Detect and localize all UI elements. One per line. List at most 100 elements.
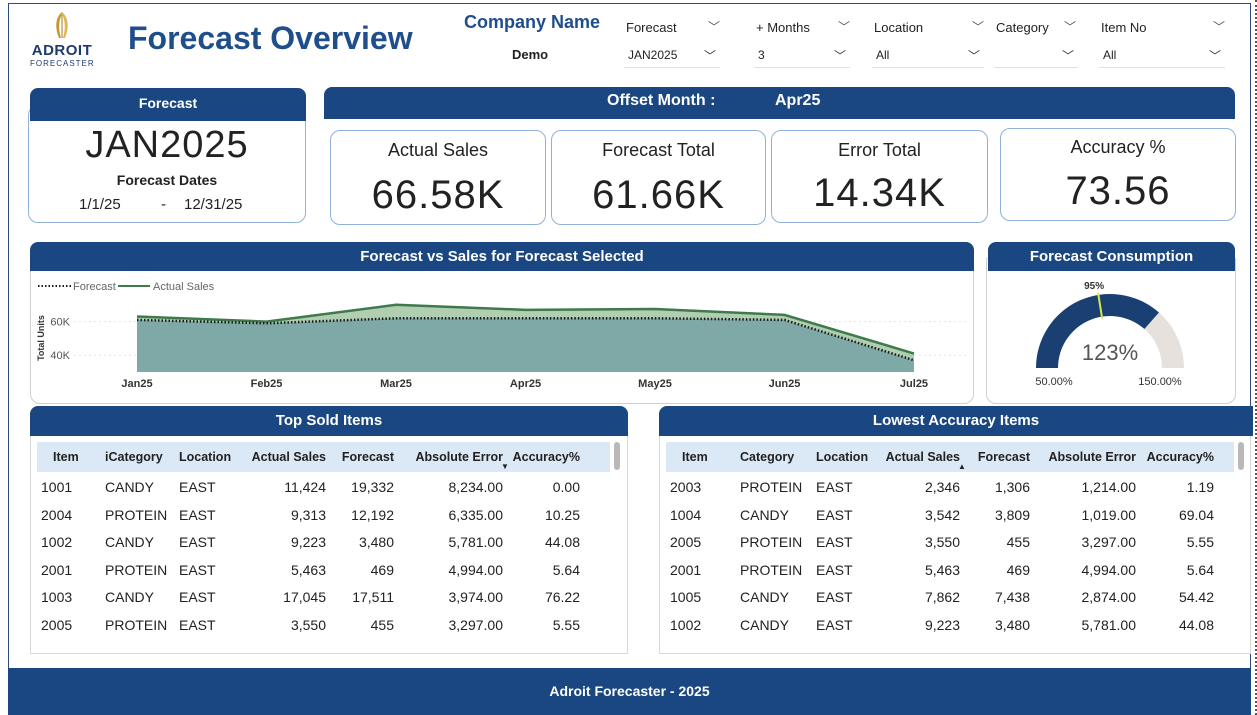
table-cell: 7,862 — [924, 589, 960, 605]
company-logo: ADROIT FORECASTER — [30, 12, 94, 72]
y-tick-label: 60K — [50, 317, 70, 329]
table-cell: 2005 — [41, 616, 73, 633]
table-cell: 4,994.00 — [1081, 561, 1137, 578]
forecast-filter[interactable]: Forecast ﹀ JAN2025 ﹀ — [624, 14, 722, 70]
column-header[interactable]: Item — [53, 450, 79, 464]
kpi-title: Error Total — [838, 140, 921, 160]
sort-descending-icon[interactable]: ▼ — [501, 462, 509, 471]
category-select[interactable]: ﹀ — [994, 44, 1078, 68]
table-cell: 1002 — [670, 616, 702, 633]
table-cell: CANDY — [740, 589, 790, 605]
x-tick-label: Jun25 — [769, 378, 801, 390]
item-no-select-value: All — [1103, 48, 1117, 62]
table-cell: 19,332 — [351, 479, 394, 495]
column-header[interactable]: Location — [816, 450, 868, 464]
top-sold-table: Item iCategory Location Actual Sales Forecas… — [30, 436, 628, 654]
table-cell: 3,480 — [358, 534, 394, 550]
category-filter-label: Category — [996, 20, 1049, 35]
table-cell: EAST — [179, 534, 216, 550]
column-header[interactable]: iCategory — [105, 450, 163, 464]
forecast-value: JAN2025 — [85, 124, 249, 166]
table-cell: EAST — [179, 506, 216, 523]
forecast-filter-label: Forecast — [626, 20, 677, 35]
months-filter[interactable]: + Months ﹀ 3 ﹀ — [754, 14, 852, 70]
column-header[interactable]: Actual Sales — [886, 450, 960, 464]
gauge-min-label: 50.00% — [1035, 376, 1073, 388]
table-row[interactable]: 1002 CANDY EAST 9,223 3,480 5,781.00 44.08 — [666, 612, 1234, 639]
table-cell: 17,511 — [352, 589, 394, 605]
table-row[interactable]: 2001 PROTEIN EAST 5,463 469 4,994.00 5.64 — [37, 557, 610, 584]
table-row[interactable]: 2005 PROTEIN EAST 3,550 455 3,297.00 5.55 — [666, 529, 1234, 556]
category-filter[interactable]: Category ﹀ ﹀ — [994, 14, 1080, 70]
table-cell: 1002 — [41, 534, 73, 550]
column-header[interactable]: Category — [740, 450, 794, 464]
table-row[interactable]: 1004 CANDY EAST 3,542 3,809 1,019.00 69.04 — [666, 502, 1234, 529]
table-cell: 3,297.00 — [1081, 534, 1137, 550]
table-cell: 8,234.00 — [448, 479, 504, 495]
table-row[interactable]: 1003 CANDY EAST 17,045 17,511 3,974.00 76.22 — [37, 584, 610, 611]
table-cell: EAST — [179, 616, 216, 633]
lowest-accuracy-table: Item Category Location Actual Sales ▲ Forecas… — [659, 436, 1251, 654]
location-filter[interactable]: Location ﹀ All ﹀ — [872, 14, 986, 70]
table-row[interactable]: 1005 CANDY EAST 7,862 7,438 2,874.00 54.42 — [666, 584, 1234, 611]
table-cell: 4,994.00 — [448, 561, 504, 578]
table-cell: 1001 — [41, 479, 73, 495]
chevron-down-icon[interactable]: ﹀ — [834, 47, 846, 64]
kpi-error-total: Error Total 14.34K — [771, 130, 988, 223]
item-no-filter[interactable]: Item No ﹀ All ﹀ — [1099, 14, 1227, 70]
chevron-down-icon[interactable]: ﹀ — [838, 18, 850, 35]
page-title: Forecast Overview — [128, 20, 413, 56]
table-row[interactable]: 1001 CANDY EAST 11,424 19,332 8,234.00 0.00 — [37, 474, 610, 501]
column-header[interactable]: Accuracy% — [513, 450, 580, 464]
logo-subtext: FORECASTER — [30, 59, 95, 68]
table-cell: 469 — [1006, 561, 1030, 578]
table-scrollbar[interactable] — [1238, 442, 1244, 470]
table-row[interactable]: 1002 CANDY EAST 9,223 3,480 5,781.00 44.08 — [37, 529, 610, 556]
table-row[interactable]: 2005 PROTEIN EAST 3,550 455 3,297.00 5.55 — [37, 612, 610, 639]
table-cell: 10.25 — [544, 506, 580, 523]
table-cell: CANDY — [740, 616, 790, 633]
column-header[interactable]: Location — [179, 450, 231, 464]
chevron-down-icon[interactable]: ﹀ — [1064, 18, 1076, 35]
column-header[interactable]: Absolute Error — [1048, 450, 1136, 464]
item-no-select[interactable]: All ﹀ — [1099, 44, 1225, 68]
table-cell: 3,974.00 — [448, 589, 504, 605]
forecast-dates-label: Forecast Dates — [116, 172, 218, 188]
column-header[interactable]: Forecast — [342, 450, 394, 464]
chevron-down-icon[interactable]: ﹀ — [1062, 47, 1074, 64]
chevron-down-icon[interactable]: ﹀ — [1209, 47, 1221, 64]
sort-ascending-icon[interactable]: ▲ — [958, 462, 966, 471]
table-cell: CANDY — [105, 534, 155, 550]
table-scrollbar[interactable] — [614, 442, 620, 470]
column-header[interactable]: Item — [682, 450, 708, 464]
table-cell: 5.55 — [1186, 534, 1214, 550]
table-cell: 5.64 — [1186, 561, 1214, 578]
chevron-down-icon[interactable]: ﹀ — [968, 47, 980, 64]
months-filter-label: + Months — [756, 20, 810, 35]
table-row[interactable]: 2004 PROTEIN EAST 9,313 12,192 6,335.00 10.25 — [37, 502, 610, 529]
offset-month-header: Offset Month : Apr25 — [324, 87, 1235, 119]
months-select[interactable]: 3 ﹀ — [754, 44, 850, 68]
column-header[interactable]: Accuracy% — [1147, 450, 1214, 464]
table-row[interactable]: 2001 PROTEIN EAST 5,463 469 4,994.00 5.64 — [666, 557, 1234, 584]
chevron-down-icon[interactable]: ﹀ — [972, 18, 984, 35]
column-header[interactable]: Actual Sales — [252, 450, 326, 464]
table-cell: 2003 — [670, 479, 702, 495]
column-header[interactable]: Forecast — [978, 450, 1030, 464]
table-cell: 3,480 — [994, 616, 1030, 633]
chevron-down-icon[interactable]: ﹀ — [1213, 18, 1225, 35]
chevron-down-icon[interactable]: ﹀ — [704, 47, 716, 64]
table-cell: 3,542 — [924, 506, 960, 523]
column-header[interactable]: Absolute Error — [415, 450, 503, 464]
forecast-area — [137, 318, 914, 372]
table-cell: PROTEIN — [740, 534, 803, 550]
table-row[interactable]: 2003 PROTEIN EAST 2,346 1,306 1,214.00 1.19 — [666, 474, 1234, 501]
forecast-select[interactable]: JAN2025 ﹀ — [624, 44, 720, 68]
table-cell: PROTEIN — [105, 616, 168, 633]
table-cell: 3,809 — [994, 506, 1030, 523]
table-cell: 44.08 — [544, 534, 580, 550]
company-name-value: Demo — [512, 47, 549, 62]
table-cell: EAST — [816, 589, 853, 605]
location-select[interactable]: All ﹀ — [872, 44, 984, 68]
chevron-down-icon[interactable]: ﹀ — [708, 18, 720, 35]
